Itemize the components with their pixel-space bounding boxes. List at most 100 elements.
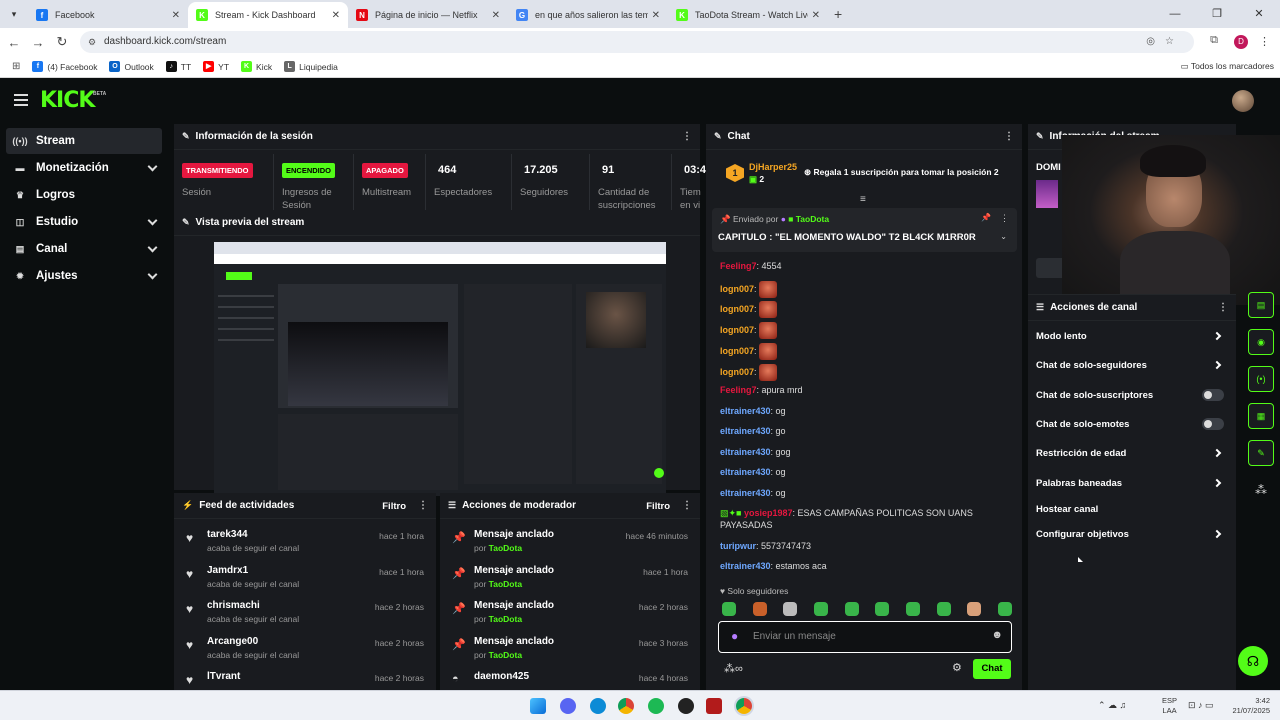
- new-tab-button[interactable]: +: [834, 6, 842, 22]
- chat-username[interactable]: yosiep1987: [744, 508, 793, 518]
- sidebar-item-estudio[interactable]: ◫ Estudio: [6, 209, 162, 235]
- follower-name[interactable]: lTvrant: [207, 671, 240, 682]
- profile-avatar[interactable]: D: [1234, 35, 1248, 49]
- toggle-switch[interactable]: [1202, 418, 1224, 430]
- follower-name[interactable]: tarek344: [207, 529, 248, 540]
- rail-notes-icon[interactable]: ▤: [1248, 292, 1274, 318]
- sidebar-item-stream[interactable]: ((•)) Stream: [6, 128, 162, 154]
- bookmark-item[interactable]: ▶ YT: [203, 61, 229, 72]
- expand-pinned-icon[interactable]: ⌄: [1000, 232, 1007, 241]
- bookmark-item[interactable]: L Liquipedia: [284, 61, 338, 72]
- browser-tab[interactable]: Gen que años salieron las temp ✕: [508, 2, 668, 28]
- reload-button[interactable]: ↻: [50, 34, 74, 50]
- chat-username[interactable]: turipwur: [720, 541, 756, 551]
- edge-icon[interactable]: [590, 698, 606, 714]
- rail-chat-icon[interactable]: ◉: [1248, 329, 1274, 355]
- forward-button[interactable]: →: [26, 35, 50, 50]
- chevron-right-icon[interactable]: [1212, 448, 1222, 458]
- all-bookmarks[interactable]: ▭ Todos los marcadores: [1181, 61, 1274, 72]
- windows-start-icon[interactable]: [530, 698, 546, 714]
- infinity-icon[interactable]: ∞: [735, 663, 743, 675]
- browser-menu-icon[interactable]: ⋮: [1259, 35, 1270, 48]
- chat-username[interactable]: Feeling7: [720, 261, 757, 271]
- chat-username[interactable]: eltrainer430: [720, 561, 771, 571]
- gift-user[interactable]: DjHarper25: [749, 162, 797, 172]
- sidebar-item-logros[interactable]: ♛ Logros: [6, 182, 162, 208]
- emoji-icon[interactable]: ☻: [991, 629, 1003, 641]
- feed-menu-icon[interactable]: ⋮: [418, 500, 428, 511]
- session-menu-icon[interactable]: ⋮: [682, 131, 692, 142]
- browser-tab[interactable]: f Facebook ✕: [28, 2, 188, 28]
- chrome-icon[interactable]: [618, 698, 634, 714]
- close-tab-icon[interactable]: ✕: [492, 10, 500, 21]
- mod-user[interactable]: TaoDota: [489, 543, 522, 553]
- feed-filter-button[interactable]: Filtro: [382, 501, 406, 512]
- chrome-active-icon[interactable]: [736, 698, 752, 714]
- follower-name[interactable]: Jamdrx1: [207, 565, 248, 576]
- chevron-down-icon[interactable]: [147, 161, 158, 172]
- discord-icon[interactable]: [560, 698, 576, 714]
- bookmark-item[interactable]: ♪ TT: [165, 61, 191, 72]
- apps-icon[interactable]: ⊞: [12, 61, 20, 72]
- chat-username[interactable]: logn007: [720, 367, 754, 377]
- browser-tab[interactable]: K TaoDota Stream - Watch Live o ✕: [668, 2, 828, 28]
- back-button[interactable]: ←: [2, 35, 26, 50]
- rail-layout-icon[interactable]: ▦: [1248, 403, 1274, 429]
- rail-broadcast-icon[interactable]: (•): [1248, 366, 1274, 392]
- extensions-icon[interactable]: ⧉: [1210, 34, 1218, 47]
- users-icon[interactable]: ⁂: [724, 663, 735, 675]
- close-window-button[interactable]: ✕: [1238, 0, 1280, 28]
- chat-username[interactable]: logn007: [720, 283, 754, 293]
- mod-user[interactable]: TaoDota: [489, 614, 522, 624]
- tab-search-button[interactable]: ▾: [0, 0, 28, 28]
- tray-icons[interactable]: ⌃ ☁ ♫: [1098, 700, 1126, 711]
- mic-icon[interactable]: ●: [731, 629, 738, 643]
- minimize-button[interactable]: —: [1154, 0, 1196, 28]
- dota-icon[interactable]: [706, 698, 722, 714]
- pinned-by-user[interactable]: TaoDota: [796, 214, 829, 224]
- collapse-icon[interactable]: ≡: [860, 194, 866, 205]
- close-tab-icon[interactable]: ✕: [332, 10, 340, 21]
- omnibox-actions[interactable]: ◎☆: [1146, 31, 1184, 53]
- channel-action-hostear-canal[interactable]: Hostear canal: [1036, 504, 1228, 526]
- url-input[interactable]: ⚙ dashboard.kick.com/stream ◎☆: [80, 31, 1194, 53]
- mod-menu-icon[interactable]: ⋮: [682, 500, 692, 511]
- chevron-down-icon[interactable]: [147, 215, 158, 226]
- chevron-right-icon[interactable]: [1212, 331, 1222, 341]
- emote-quick-icon[interactable]: [936, 602, 951, 616]
- kick-logo[interactable]: KICK: [40, 89, 95, 113]
- send-chat-button[interactable]: Chat: [973, 659, 1011, 679]
- chat-username[interactable]: Feeling7: [720, 385, 757, 395]
- close-tab-icon[interactable]: ✕: [172, 10, 180, 21]
- chat-username[interactable]: eltrainer430: [720, 406, 771, 416]
- follower-name[interactable]: chrismachi: [207, 600, 260, 611]
- emote-quick-icon[interactable]: [997, 602, 1012, 616]
- mod-user[interactable]: TaoDota: [489, 650, 522, 660]
- mod-filter-button[interactable]: Filtro: [646, 501, 670, 512]
- emote-quick-icon[interactable]: [752, 602, 767, 616]
- emote-quick-icon[interactable]: [783, 602, 798, 616]
- clock[interactable]: 3:42 21/07/2025: [1226, 696, 1270, 716]
- app-icon[interactable]: [678, 698, 694, 714]
- emote-quick-icon[interactable]: [905, 602, 920, 616]
- emote-quick-icon[interactable]: [967, 602, 982, 616]
- rail-tools-icon[interactable]: ✎: [1248, 440, 1274, 466]
- channel-action-restricción-de-edad[interactable]: Restricción de edad: [1036, 448, 1228, 470]
- emote-quick-icon[interactable]: [844, 602, 859, 616]
- emote-quick-icon[interactable]: [813, 602, 828, 616]
- chat-gear-icon[interactable]: ⚙: [952, 661, 962, 674]
- maximize-button[interactable]: ❐: [1196, 0, 1238, 28]
- rail-users-icon[interactable]: ⁂: [1248, 477, 1274, 503]
- bookmark-item[interactable]: O Outlook: [109, 61, 154, 72]
- sidebar-item-canal[interactable]: ▤ Canal: [6, 236, 162, 262]
- bookmark-item[interactable]: f (4) Facebook: [32, 61, 97, 72]
- browser-tab[interactable]: K Stream - Kick Dashboard ✕: [188, 2, 348, 28]
- chat-username[interactable]: eltrainer430: [720, 467, 771, 477]
- channel-action-chat-de-solo-suscriptores[interactable]: Chat de solo-suscriptores: [1036, 389, 1228, 412]
- support-headset-button[interactable]: ☊: [1238, 646, 1268, 676]
- chat-username[interactable]: logn007: [720, 346, 754, 356]
- system-icons[interactable]: ⊡ ♪ ▭: [1188, 700, 1214, 711]
- hamburger-menu-icon[interactable]: [14, 94, 28, 106]
- close-tab-icon[interactable]: ✕: [812, 10, 820, 21]
- chevron-right-icon[interactable]: [1212, 360, 1222, 370]
